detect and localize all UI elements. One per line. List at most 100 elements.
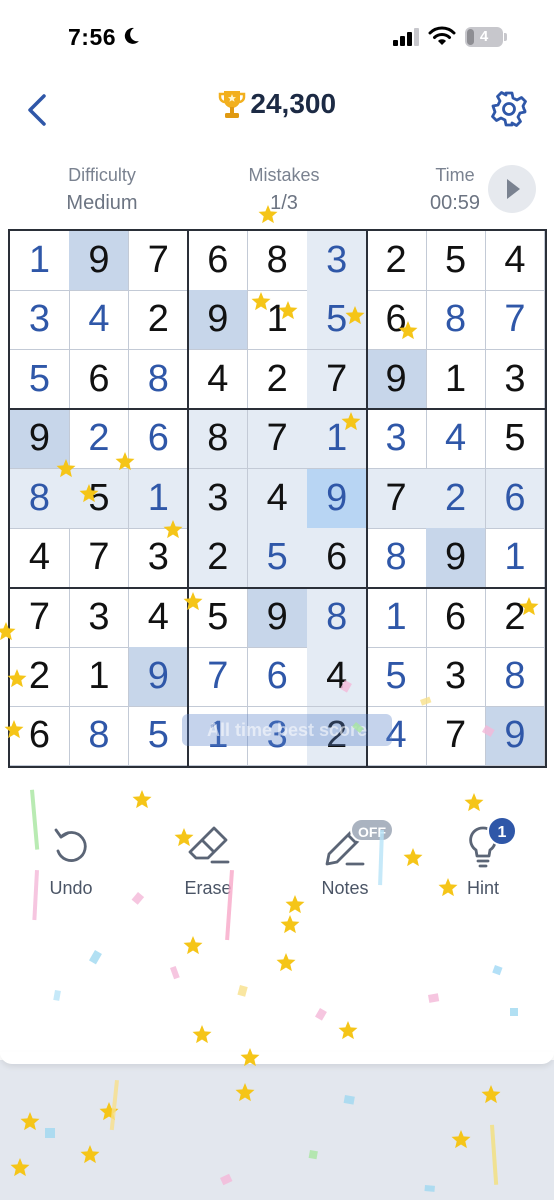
cell-r7-c7[interactable]: 1 xyxy=(366,587,427,648)
cell-r8-c3[interactable]: 9 xyxy=(128,647,189,707)
cell-r1-c3[interactable]: 7 xyxy=(128,231,189,291)
notes-state-badge: OFF xyxy=(350,818,394,842)
status-time: 7:56 xyxy=(68,24,117,50)
difficulty-value: Medium xyxy=(66,192,138,214)
cell-r3-c7[interactable]: 9 xyxy=(366,349,427,410)
cell-r6-c7[interactable]: 8 xyxy=(366,528,427,589)
cell-r2-c7[interactable]: 6 xyxy=(366,290,427,351)
cell-r5-c5[interactable]: 4 xyxy=(247,468,308,529)
cell-r5-c2[interactable]: 5 xyxy=(69,468,130,529)
cell-r8-c1[interactable]: 2 xyxy=(10,647,70,707)
cell-r4-c4[interactable]: 8 xyxy=(188,409,249,470)
cell-r5-c6[interactable]: 9 xyxy=(307,468,368,529)
cell-r4-c9[interactable]: 5 xyxy=(485,409,546,470)
cell-r5-c8[interactable]: 2 xyxy=(426,468,486,529)
confetti-star xyxy=(183,936,203,955)
cell-r5-c3[interactable]: 1 xyxy=(128,468,189,529)
cell-r8-c5[interactable]: 6 xyxy=(247,647,308,707)
cell-r7-c8[interactable]: 6 xyxy=(426,587,486,648)
cell-r6-c4[interactable]: 2 xyxy=(188,528,249,589)
undo-button[interactable]: Undo xyxy=(16,822,126,899)
settings-gear-icon[interactable] xyxy=(490,90,528,128)
cell-r3-c2[interactable]: 6 xyxy=(69,349,130,410)
cell-r4-c7[interactable]: 3 xyxy=(366,409,427,470)
cell-r8-c8[interactable]: 3 xyxy=(426,647,486,707)
cell-r6-c5[interactable]: 5 xyxy=(247,528,308,589)
cell-r3-c4[interactable]: 4 xyxy=(188,349,249,410)
confetti-star xyxy=(280,915,300,934)
confetti-piece xyxy=(315,1008,327,1021)
cell-r8-c6[interactable]: 4 xyxy=(307,647,368,707)
cell-r1-c1[interactable]: 1 xyxy=(10,231,70,291)
cell-r1-c8[interactable]: 5 xyxy=(426,231,486,291)
cell-r4-c8[interactable]: 4 xyxy=(426,409,486,470)
cell-r1-c7[interactable]: 2 xyxy=(366,231,427,291)
best-score-toast: All time best score xyxy=(182,714,392,746)
score-value: 24,300 xyxy=(250,88,337,119)
cell-r2-c6[interactable]: 5 xyxy=(307,290,368,351)
cellular-signal-icon xyxy=(393,28,419,46)
cell-r5-c1[interactable]: 8 xyxy=(10,468,70,529)
mistakes-label: Mistakes xyxy=(248,165,320,185)
cell-r5-c7[interactable]: 7 xyxy=(366,468,427,529)
cell-r2-c1[interactable]: 3 xyxy=(10,290,70,351)
cell-r4-c6[interactable]: 1 xyxy=(307,409,368,470)
cell-r7-c3[interactable]: 4 xyxy=(128,587,189,648)
cell-r7-c1[interactable]: 7 xyxy=(10,587,70,648)
wifi-icon xyxy=(428,26,456,45)
cell-r9-c2[interactable]: 8 xyxy=(69,706,130,767)
cell-r7-c6[interactable]: 8 xyxy=(307,587,368,648)
cell-r1-c5[interactable]: 8 xyxy=(247,231,308,291)
cell-r6-c3[interactable]: 3 xyxy=(128,528,189,589)
cell-r9-c9[interactable]: 9 xyxy=(485,706,546,767)
box-divider-vertical xyxy=(187,231,190,766)
cell-r9-c8[interactable]: 7 xyxy=(426,706,486,767)
play-pause-button[interactable] xyxy=(488,165,536,213)
score-display: 24,300 xyxy=(0,88,554,120)
cell-r1-c9[interactable]: 4 xyxy=(485,231,546,291)
cell-r4-c2[interactable]: 2 xyxy=(69,409,130,470)
cell-r4-c5[interactable]: 7 xyxy=(247,409,308,470)
cell-r4-c1[interactable]: 9 xyxy=(10,409,70,470)
cell-r1-c2[interactable]: 9 xyxy=(69,231,130,291)
cell-r8-c9[interactable]: 8 xyxy=(485,647,546,707)
cell-r6-c9[interactable]: 1 xyxy=(485,528,546,589)
cell-r3-c1[interactable]: 5 xyxy=(10,349,70,410)
cell-r3-c3[interactable]: 8 xyxy=(128,349,189,410)
difficulty-label: Difficulty xyxy=(68,165,136,185)
cell-r6-c6[interactable]: 6 xyxy=(307,528,368,589)
hint-button[interactable]: Hint xyxy=(428,822,538,899)
confetti-star xyxy=(192,1025,212,1044)
cell-r6-c8[interactable]: 9 xyxy=(426,528,486,589)
cell-r1-c6[interactable]: 3 xyxy=(307,231,368,291)
confetti-piece xyxy=(510,1008,518,1016)
cell-r6-c1[interactable]: 4 xyxy=(10,528,70,589)
cell-r7-c2[interactable]: 3 xyxy=(69,587,130,648)
cell-r2-c9[interactable]: 7 xyxy=(485,290,546,351)
cell-r3-c9[interactable]: 3 xyxy=(485,349,546,410)
cell-r6-c2[interactable]: 7 xyxy=(69,528,130,589)
cell-r9-c3[interactable]: 5 xyxy=(128,706,189,767)
cell-r2-c2[interactable]: 4 xyxy=(69,290,130,351)
cell-r8-c4[interactable]: 7 xyxy=(188,647,249,707)
cell-r1-c4[interactable]: 6 xyxy=(188,231,249,291)
cell-r8-c2[interactable]: 1 xyxy=(69,647,130,707)
cell-r2-c3[interactable]: 2 xyxy=(128,290,189,351)
cell-r8-c7[interactable]: 5 xyxy=(366,647,427,707)
cell-r9-c1[interactable]: 6 xyxy=(10,706,70,767)
cell-r2-c8[interactable]: 8 xyxy=(426,290,486,351)
cell-r3-c5[interactable]: 2 xyxy=(247,349,308,410)
cell-r7-c9[interactable]: 2 xyxy=(485,587,546,648)
cell-r5-c4[interactable]: 3 xyxy=(188,468,249,529)
hint-count-badge: 1 xyxy=(487,816,517,846)
cell-r7-c5[interactable]: 9 xyxy=(247,587,308,648)
confetti-piece xyxy=(53,990,61,1001)
cell-r7-c4[interactable]: 5 xyxy=(188,587,249,648)
cell-r4-c3[interactable]: 6 xyxy=(128,409,189,470)
cell-r2-c5[interactable]: 1 xyxy=(247,290,308,351)
cell-r2-c4[interactable]: 9 xyxy=(188,290,249,351)
cell-r3-c8[interactable]: 1 xyxy=(426,349,486,410)
cell-r5-c9[interactable]: 6 xyxy=(485,468,546,529)
erase-button[interactable]: Erase xyxy=(153,822,263,899)
cell-r3-c6[interactable]: 7 xyxy=(307,349,368,410)
